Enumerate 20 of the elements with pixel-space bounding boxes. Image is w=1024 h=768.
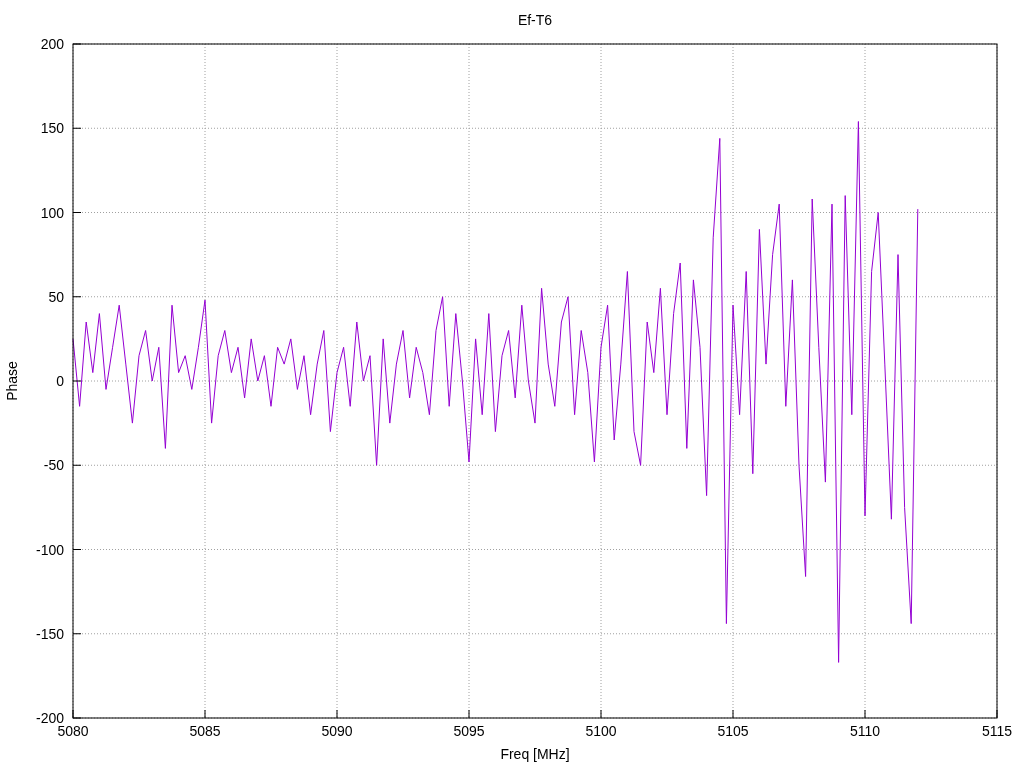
y-tick-label: 0 xyxy=(56,373,64,389)
y-tick-label: 50 xyxy=(48,288,64,305)
x-axis-label: Freq [MHz] xyxy=(500,746,570,762)
x-tick-label: 5090 xyxy=(321,723,353,739)
y-tick-label: -100 xyxy=(35,541,64,558)
x-tick-label: 5110 xyxy=(849,723,881,739)
y-tick-label: -150 xyxy=(35,625,64,642)
x-tick-label: 5085 xyxy=(189,723,221,739)
x-tick-label: 5115 xyxy=(981,723,1013,739)
y-tick-label: -200 xyxy=(35,710,64,726)
y-tick-label: 200 xyxy=(40,36,64,52)
y-tick-label: 150 xyxy=(40,120,64,137)
y-tick-label: -50 xyxy=(43,457,64,474)
chart-title: Ef-T6 xyxy=(517,12,553,28)
y-tick-label: 100 xyxy=(40,204,64,221)
x-tick-label: 5100 xyxy=(585,723,617,739)
x-tick-label: 5080 xyxy=(57,723,89,739)
x-tick-label: 5105 xyxy=(717,723,749,739)
x-tick-label: 5095 xyxy=(453,723,485,739)
y-axis-label: Phase xyxy=(4,361,20,401)
